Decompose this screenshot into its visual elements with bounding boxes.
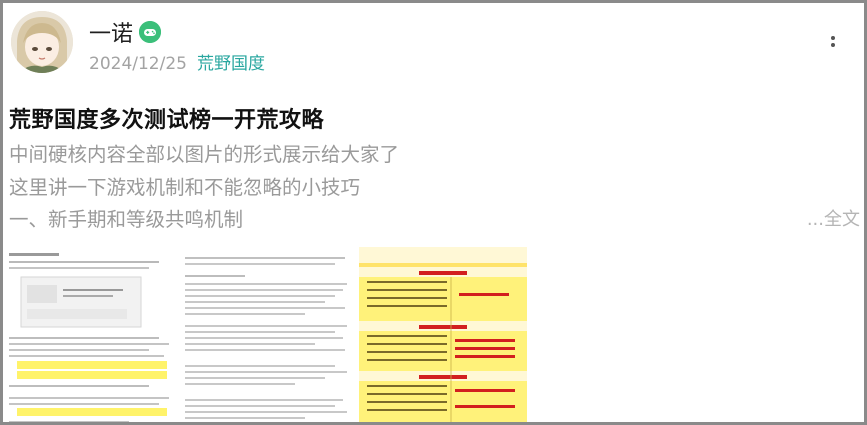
author-name[interactable]: 一诺 (89, 21, 133, 49)
post-image-3[interactable] (359, 247, 527, 422)
guide-screenshot-image (7, 247, 175, 422)
guide-table-image (359, 247, 527, 422)
excerpt-line: 中间硬核内容全部以图片的形式展示给大家了 (9, 143, 400, 166)
guide-text-image (181, 247, 353, 422)
excerpt-line: 这里讲一下游戏机制和不能忽略的小技巧 (9, 176, 361, 199)
post-meta: 2024/12/25 荒野国度 (89, 53, 265, 75)
gamepad-icon (139, 21, 161, 43)
expand-full-text-link[interactable]: ...全文 (807, 206, 860, 234)
more-vertical-icon[interactable] (823, 33, 843, 57)
game-tag-link[interactable]: 荒野国度 (197, 54, 265, 74)
excerpt-line: 一、新手期和等级共鸣机制 (9, 208, 244, 231)
post-header: 一诺 2024/12/25 荒野国度 (9, 9, 849, 79)
avatar-image (11, 11, 73, 73)
post-image-2[interactable] (181, 247, 353, 422)
post-image-1[interactable] (7, 247, 175, 422)
post-title[interactable]: 荒野国度多次测试榜一开荒攻略 (9, 106, 324, 136)
post-card: 一诺 2024/12/25 荒野国度 荒野国度多次测试榜一开荒攻略 中间硬核内容全… (0, 0, 867, 425)
avatar[interactable] (11, 11, 73, 73)
image-gallery (7, 247, 527, 422)
post-date: 2024/12/25 (89, 54, 187, 74)
